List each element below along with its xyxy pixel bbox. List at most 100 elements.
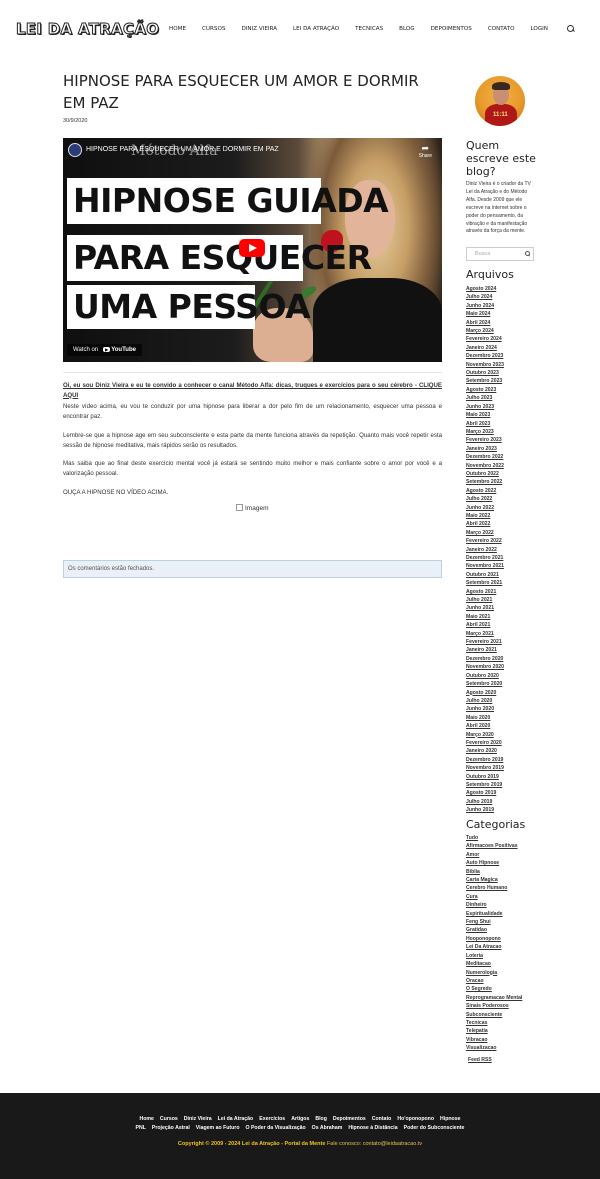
archive-link[interactable]: Fevereiro 2021 [466,638,504,646]
archive-link[interactable]: Novembro 2023 [466,361,504,369]
category-link[interactable]: Dinheiro [466,901,522,909]
archive-link[interactable]: Março 2022 [466,529,504,537]
archive-link[interactable]: Agosto 2023 [466,386,504,394]
archive-link[interactable]: Julho 2019 [466,798,504,806]
video-embed[interactable]: HIPNOSE GUIADA PARA ESQUECER UMA PESSOA … [63,138,442,362]
archive-link[interactable]: Junho 2022 [466,504,504,512]
nav-depoimentos[interactable]: DEPOIMENTOS [431,26,472,32]
footer-link[interactable]: Hipnose à Distância [348,1125,397,1131]
archive-link[interactable]: Setembro 2021 [466,579,504,587]
category-link[interactable]: Meditacao [466,960,522,968]
footer-link[interactable]: Home [140,1116,154,1122]
footer-link[interactable]: Depoimentos [333,1116,366,1122]
archive-link[interactable]: Maio 2024 [466,310,504,318]
footer-link[interactable]: Ho'oponopono [397,1116,434,1122]
footer-link[interactable]: Lei da Atração [218,1116,254,1122]
archive-link[interactable]: Janeiro 2022 [466,546,504,554]
archive-link[interactable]: Janeiro 2021 [466,646,504,654]
category-link[interactable]: Espiritualidade [466,910,522,918]
footer-link[interactable]: PNL [136,1125,146,1131]
footer-link[interactable]: Hipnose [440,1116,460,1122]
category-link[interactable]: Telepatia [466,1027,522,1035]
archive-link[interactable]: Julho 2022 [466,495,504,503]
contact-text[interactable]: Fale conosco: contato@leidaatracao.tv [327,1141,422,1147]
archive-link[interactable]: Setembro 2019 [466,781,504,789]
archive-link[interactable]: Maio 2021 [466,613,504,621]
channel-avatar[interactable] [68,143,82,157]
archive-link[interactable]: Dezembro 2019 [466,756,504,764]
channel-cta-link[interactable]: Oi, eu sou Diniz Vieira e eu te convido … [63,381,442,400]
archive-link[interactable]: Agosto 2022 [466,487,504,495]
archive-link[interactable]: Julho 2021 [466,596,504,604]
archive-link[interactable]: Abril 2023 [466,420,504,428]
archive-link[interactable]: Janeiro 2020 [466,747,504,755]
archive-link[interactable]: Outubro 2021 [466,571,504,579]
nav-blog[interactable]: BLOG [399,26,415,32]
play-icon[interactable] [239,239,265,257]
nav-login[interactable]: LOGIN [531,26,549,32]
feed-rss-link[interactable]: Feed RSS [468,1057,492,1063]
footer-link[interactable]: Contato [372,1116,392,1122]
archive-link[interactable]: Novembro 2019 [466,764,504,772]
footer-link[interactable]: Viagem ao Futuro [196,1125,240,1131]
archive-link[interactable]: Janeiro 2024 [466,344,504,352]
category-link[interactable]: Hooponopono [466,935,522,943]
archive-link[interactable]: Novembro 2021 [466,562,504,570]
category-link[interactable]: O Segredo [466,985,522,993]
archive-link[interactable]: Setembro 2022 [466,478,504,486]
archive-link[interactable]: Junho 2019 [466,806,504,814]
search-icon[interactable] [525,251,530,256]
nav-contato[interactable]: CONTATO [488,26,515,32]
archive-link[interactable]: Abril 2020 [466,722,504,730]
archive-link[interactable]: Dezembro 2020 [466,655,504,663]
category-link[interactable]: Afirmacoes Positivas [466,842,522,850]
archive-link[interactable]: Julho 2023 [466,394,504,402]
archive-link[interactable]: Dezembro 2021 [466,554,504,562]
archive-link[interactable]: Fevereiro 2023 [466,436,504,444]
category-link[interactable]: Visualizacao [466,1044,522,1052]
category-link[interactable]: Auto Hipnose [466,859,522,867]
archive-link[interactable]: Outubro 2022 [466,470,504,478]
category-link[interactable]: Lei Da Atracao [466,943,522,951]
archive-link[interactable]: Agosto 2021 [466,588,504,596]
watch-on-youtube-button[interactable]: Watch on YouTube [67,344,142,356]
category-link[interactable]: Gratidao [466,926,522,934]
category-link[interactable]: Tecnicas [466,1019,522,1027]
category-link[interactable]: Carta Magica [466,876,522,884]
archive-link[interactable]: Setembro 2020 [466,680,504,688]
search-icon[interactable] [567,25,575,33]
archive-link[interactable]: Novembro 2020 [466,663,504,671]
category-link[interactable]: Cura [466,893,522,901]
footer-link[interactable]: Os Abraham [312,1125,343,1131]
archive-link[interactable]: Março 2020 [466,731,504,739]
archive-link[interactable]: Dezembro 2023 [466,352,504,360]
nav-diniz-vieira[interactable]: DINIZ VIEIRA [241,26,277,32]
archive-link[interactable]: Outubro 2023 [466,369,504,377]
archive-link[interactable]: Dezembro 2022 [466,453,504,461]
category-link[interactable]: Cerebro Humano [466,884,522,892]
category-link[interactable]: Tudo [466,834,522,842]
footer-link[interactable]: Artigos [291,1116,309,1122]
archive-link[interactable]: Maio 2020 [466,714,504,722]
archive-link[interactable]: Novembro 2022 [466,462,504,470]
share-button[interactable]: ➦ Share [419,143,432,159]
footer-link[interactable]: Projeção Astral [152,1125,190,1131]
category-link[interactable]: Loteria [466,952,522,960]
archive-link[interactable]: Maio 2022 [466,512,504,520]
archive-link[interactable]: Março 2021 [466,630,504,638]
archive-link[interactable]: Junho 2023 [466,403,504,411]
category-link[interactable]: Sinais Poderosos [466,1002,522,1010]
nav-home[interactable]: Home [169,26,186,32]
category-link[interactable]: Oracao [466,977,522,985]
archive-link[interactable]: Agosto 2019 [466,789,504,797]
archive-link[interactable]: Junho 2020 [466,705,504,713]
archive-link[interactable]: Março 2023 [466,428,504,436]
sidebar-search-input[interactable]: Busca [466,247,534,261]
archive-link[interactable]: Julho 2024 [466,293,504,301]
category-link[interactable]: Numerologia [466,969,522,977]
category-link[interactable]: Amor [466,851,522,859]
archive-link[interactable]: Fevereiro 2020 [466,739,504,747]
archive-link[interactable]: Julho 2020 [466,697,504,705]
archive-link[interactable]: Maio 2023 [466,411,504,419]
archive-link[interactable]: Junho 2021 [466,604,504,612]
